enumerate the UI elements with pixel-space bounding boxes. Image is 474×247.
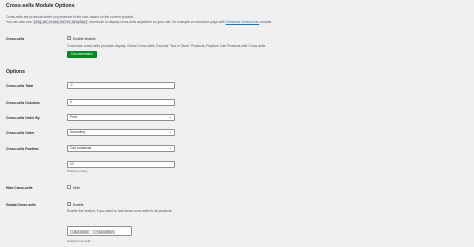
product-tag-tshirt[interactable]: × T-Shirt (6547) — [92, 229, 116, 234]
checkmark-icon: ✓ — [68, 36, 72, 40]
cross-sells-columns-input[interactable]: 0 — [67, 99, 175, 106]
module-description-shortcode: You can also use [alg_wc_cross_sells_dis… — [6, 20, 273, 24]
cross-sells-total-input[interactable]: -1 — [67, 82, 175, 89]
global-cross-sells-description: Enable the section, if you want to add s… — [67, 209, 173, 213]
checkmark-icon: ✓ — [68, 202, 72, 206]
module-title: Cross-sells Module Options — [6, 3, 75, 9]
cross-sells-order-by-label: Cross-sells Order By — [6, 116, 40, 120]
options-heading: Options — [6, 69, 25, 75]
checkout-custom-info-link[interactable]: Checkout Custom Info — [226, 20, 260, 24]
global-cross-sells-checkbox[interactable]: ✓ — [67, 202, 71, 206]
enable-module-checkbox[interactable]: ✓ — [67, 36, 71, 40]
cross-sells-label: Cross-sells — [6, 37, 25, 41]
shortcode-text: [alg_wc_cross_sells_display] — [32, 20, 89, 24]
global-cross-sells-products-field[interactable]: × Belt (6310) × T-Shirt (6547) — [67, 226, 132, 236]
product-tag-belt[interactable]: × Belt (6310) — [70, 229, 91, 234]
cross-sells-total-label: Cross-sells Total — [6, 84, 34, 88]
hide-cross-sells-checkbox[interactable] — [67, 185, 71, 189]
global-cross-sells-field-hint: Global cross-sells — [67, 239, 91, 243]
module-description: Cross-sells are products which you promo… — [6, 15, 134, 19]
enable-module-label: Enable Module — [73, 36, 96, 41]
cross-sells-position-select[interactable]: Cart collaterals — [67, 145, 175, 152]
position-priority-hint: Position priority — [67, 169, 88, 173]
enable-global-label: Enable — [73, 202, 84, 207]
hide-cross-sells-label: Hide Cross-sells — [6, 186, 33, 190]
global-cross-sells-label: Global Cross-sells — [6, 203, 36, 207]
cross-sells-position-label: Cross-sells Position — [6, 147, 39, 151]
cross-sells-order-label: Cross-sells Order — [6, 131, 35, 135]
cross-sells-columns-label: Cross-sells Columns — [6, 101, 40, 105]
cross-sells-order-select[interactable]: Ascending — [67, 129, 175, 136]
hide-checkbox-label: Hide — [73, 185, 80, 190]
cross-sells-order-by-select[interactable]: Price — [67, 114, 175, 121]
enable-module-description: Customize cross-sells products display. … — [67, 44, 267, 48]
position-priority-input[interactable]: 10 — [67, 161, 175, 168]
documentation-button[interactable]: Documentation — [67, 51, 97, 58]
